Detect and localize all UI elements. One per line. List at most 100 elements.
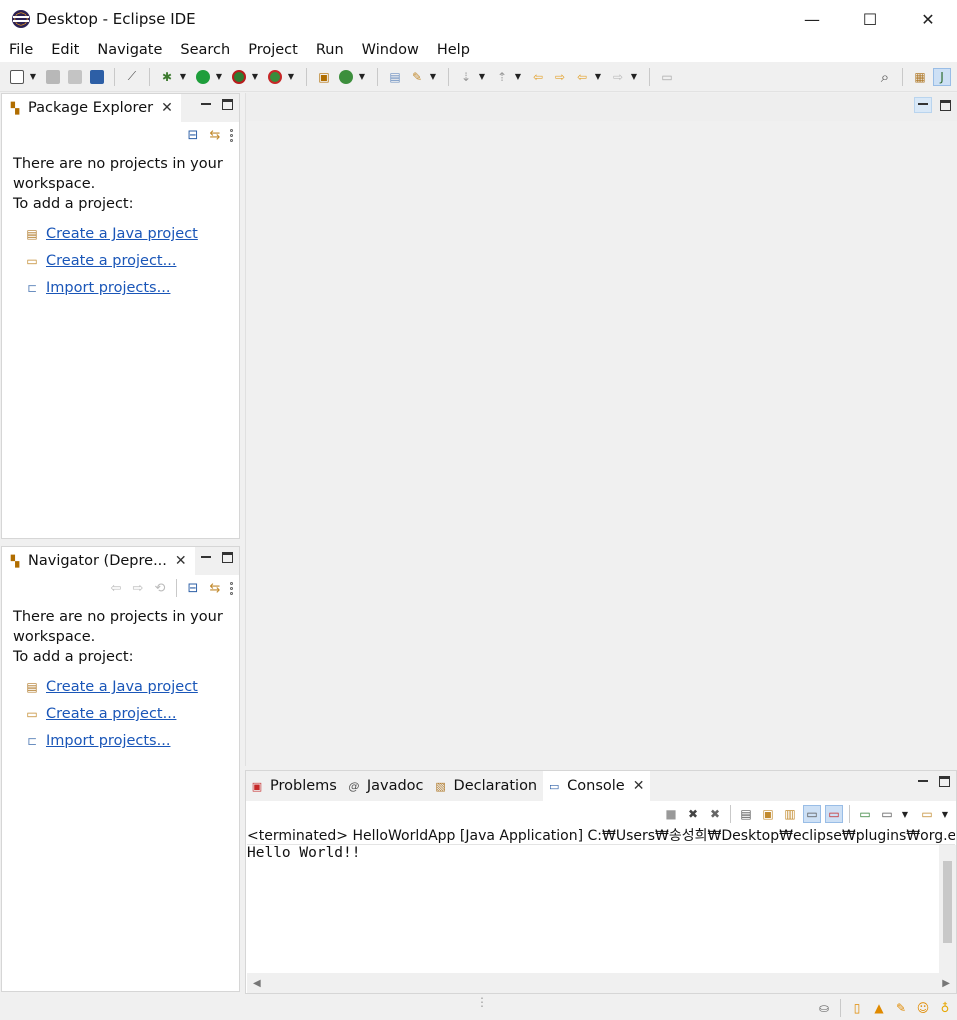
remove-all-terminated-icon[interactable]: ✖ xyxy=(706,805,724,823)
up-icon[interactable]: ⟲ xyxy=(152,580,168,596)
git-status-icon[interactable]: ⛀ xyxy=(816,1000,832,1016)
create-project-link[interactable]: Create a project... xyxy=(46,706,176,722)
create-java-project-link[interactable]: Create a Java project xyxy=(46,679,198,695)
save-icon[interactable] xyxy=(44,68,62,86)
new-icon[interactable] xyxy=(8,68,26,86)
scroll-right-icon[interactable]: ▶ xyxy=(942,978,950,989)
menu-project[interactable]: Project xyxy=(239,42,307,58)
back-dropdown-icon[interactable]: ▼ xyxy=(593,72,603,81)
collapse-all-icon[interactable]: ⊟ xyxy=(185,580,201,596)
tab-package-explorer[interactable]: ▚ Package Explorer ✕ xyxy=(2,94,181,122)
maximize-button[interactable]: ☐ xyxy=(841,0,899,38)
minimize-editor-button[interactable] xyxy=(914,97,932,113)
menu-file[interactable]: File xyxy=(0,42,42,58)
menu-edit[interactable]: Edit xyxy=(42,42,88,58)
back-icon[interactable]: ⇦ xyxy=(108,580,124,596)
close-button[interactable]: ✕ xyxy=(899,0,957,38)
tab-javadoc[interactable]: @ Javadoc xyxy=(343,771,430,801)
maximize-view-icon[interactable] xyxy=(222,99,233,110)
minimize-view-icon[interactable] xyxy=(917,776,929,788)
console-horizontal-scrollbar[interactable]: ◀ ▶ xyxy=(247,973,956,993)
menu-navigate[interactable]: Navigate xyxy=(88,42,171,58)
scroll-left-icon[interactable]: ◀ xyxy=(253,978,261,989)
feedback-smiley-icon[interactable]: ☺ xyxy=(915,1000,931,1016)
open-task-icon[interactable]: ✎ xyxy=(408,68,426,86)
collapse-all-icon[interactable]: ⊟ xyxy=(185,127,201,143)
minimize-view-icon[interactable] xyxy=(200,552,212,564)
previous-annotation-dropdown-icon[interactable]: ▼ xyxy=(513,72,523,81)
new-dropdown-icon[interactable]: ▼ xyxy=(28,72,38,81)
create-java-project-link[interactable]: Create a Java project xyxy=(46,226,198,242)
menu-search[interactable]: Search xyxy=(171,42,239,58)
debug-dropdown-icon[interactable]: ▼ xyxy=(178,72,188,81)
next-annotation-icon[interactable]: ⇣ xyxy=(457,68,475,86)
open-type-icon[interactable]: ▤ xyxy=(386,68,404,86)
tab-navigator[interactable]: ▚ Navigator (Depre... ✕ xyxy=(2,547,195,575)
link-with-editor-icon[interactable]: ⇆ xyxy=(207,580,223,596)
java-perspective-icon[interactable]: J xyxy=(933,67,951,86)
view-menu-icon[interactable] xyxy=(229,581,233,596)
pin-editor-icon[interactable]: ▭ xyxy=(658,68,676,86)
maximize-view-icon[interactable] xyxy=(939,776,950,787)
new-java-class-icon[interactable] xyxy=(337,68,355,86)
menu-window[interactable]: Window xyxy=(353,42,428,58)
display-console-icon[interactable]: ▭ xyxy=(878,805,896,823)
debug-icon[interactable]: ✱ xyxy=(158,68,176,86)
samples-wand-icon[interactable]: ✎ xyxy=(893,1000,909,1016)
skip-breakpoints-icon[interactable]: ⟋ xyxy=(123,68,141,86)
clear-console-icon[interactable]: ▤ xyxy=(737,805,755,823)
coverage-icon[interactable] xyxy=(230,68,248,86)
maximize-editor-icon[interactable] xyxy=(940,100,951,111)
open-task-dropdown-icon[interactable]: ▼ xyxy=(428,72,438,81)
view-menu-icon[interactable] xyxy=(229,128,233,143)
show-on-stdout-icon[interactable]: ▭ xyxy=(803,805,821,823)
console-vertical-scrollbar[interactable] xyxy=(939,845,956,973)
create-project-link[interactable]: Create a project... xyxy=(46,253,176,269)
external-tools-dropdown-icon[interactable]: ▼ xyxy=(286,72,296,81)
open-console-icon[interactable]: ▭ xyxy=(918,805,936,823)
menu-run[interactable]: Run xyxy=(307,42,353,58)
back-icon[interactable]: ⇦ xyxy=(573,68,591,86)
external-tools-icon[interactable] xyxy=(266,68,284,86)
open-perspective-icon[interactable]: ▦ xyxy=(911,68,929,86)
tab-console[interactable]: ▭ Console ✕ xyxy=(543,771,651,801)
tab-declaration[interactable]: ▧ Declaration xyxy=(430,771,544,801)
import-projects-link[interactable]: Import projects... xyxy=(46,733,170,749)
pin-console-icon[interactable]: ▭ xyxy=(856,805,874,823)
forward-icon[interactable]: ⇨ xyxy=(609,68,627,86)
open-console-dropdown-icon[interactable]: ▼ xyxy=(940,810,950,819)
search-icon[interactable]: ⌕ xyxy=(876,68,894,86)
forward-icon[interactable]: ⇨ xyxy=(130,580,146,596)
close-icon[interactable]: ✕ xyxy=(633,778,645,794)
minimize-button[interactable]: — xyxy=(783,0,841,38)
terminate-icon[interactable]: ■ xyxy=(662,805,680,823)
import-projects-link[interactable]: Import projects... xyxy=(46,280,170,296)
close-icon[interactable]: ✕ xyxy=(161,100,173,116)
show-on-stderr-icon[interactable]: ▭ xyxy=(825,805,843,823)
forward-edit-icon[interactable]: ⇨ xyxy=(551,68,569,86)
new-java-package-icon[interactable]: ▣ xyxy=(315,68,333,86)
scrollbar-thumb[interactable] xyxy=(943,861,952,943)
word-wrap-icon[interactable]: ▥ xyxy=(781,805,799,823)
remove-launch-icon[interactable]: ✖ xyxy=(684,805,702,823)
maximize-view-icon[interactable] xyxy=(222,552,233,563)
save-all-icon[interactable] xyxy=(66,68,84,86)
menu-help[interactable]: Help xyxy=(428,42,479,58)
last-edit-location-icon[interactable]: ⇦ xyxy=(529,68,547,86)
run-dropdown-icon[interactable]: ▼ xyxy=(214,72,224,81)
new-class-dropdown-icon[interactable]: ▼ xyxy=(357,72,367,81)
display-console-dropdown-icon[interactable]: ▼ xyxy=(900,810,910,819)
tutorials-icon[interactable]: ▲ xyxy=(871,1000,887,1016)
terminal-icon[interactable] xyxy=(88,68,106,86)
previous-annotation-icon[interactable]: ⇡ xyxy=(493,68,511,86)
help-book-icon[interactable]: ▯ xyxy=(849,1000,865,1016)
minimize-view-icon[interactable] xyxy=(200,99,212,111)
tab-problems[interactable]: ▣ Problems xyxy=(246,771,343,801)
scroll-lock-icon[interactable]: ▣ xyxy=(759,805,777,823)
next-annotation-dropdown-icon[interactable]: ▼ xyxy=(477,72,487,81)
run-icon[interactable] xyxy=(194,68,212,86)
forward-dropdown-icon[interactable]: ▼ xyxy=(629,72,639,81)
tip-lightbulb-icon[interactable]: ♁ xyxy=(937,1000,953,1016)
link-with-editor-icon[interactable]: ⇆ xyxy=(207,127,223,143)
close-icon[interactable]: ✕ xyxy=(175,553,187,569)
